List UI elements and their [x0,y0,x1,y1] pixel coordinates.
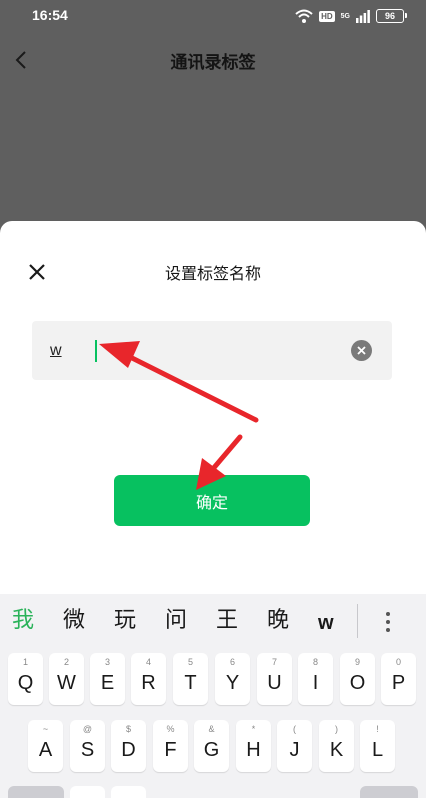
key-label: I [312,672,319,694]
status-bar: 16:54 HD 5G 96 [0,0,426,32]
key-label: A [38,739,53,761]
key-hint: 0 [395,657,401,667]
shift-key[interactable] [8,786,64,798]
key-label: O [349,672,366,694]
key-hint: 8 [312,657,318,667]
hd-badge: HD [319,10,335,22]
key-e[interactable]: 3E [90,653,125,705]
text-caret [95,340,97,362]
key-hint: 2 [63,657,69,667]
key-label: J [289,739,300,761]
candidate-bar: 我 微 玩 问 王 晚 w [0,594,426,648]
key-label: D [121,739,136,761]
key-o[interactable]: 9O [340,653,375,705]
key-u[interactable]: 7U [257,653,292,705]
key-hint: 3 [104,657,110,667]
network-badge: 5G [340,12,350,20]
key-i[interactable]: 8I [298,653,333,705]
key-a[interactable]: ~ A [28,720,63,772]
candidate-word[interactable]: 王 [216,608,238,634]
wifi-icon [295,9,313,23]
key-x[interactable] [111,786,146,798]
candidate-word[interactable]: 晚 [267,608,289,634]
key-d[interactable]: $ D [111,720,146,772]
key-label: H [246,739,261,761]
candidate-word[interactable]: 玩 [114,608,136,634]
signal-icon [356,9,370,23]
candidate-word[interactable]: 问 [165,608,187,634]
key-label: Q [17,672,34,694]
key-l[interactable]: ! L [360,720,395,772]
key-j[interactable]: (J [277,720,312,772]
clear-input-button[interactable] [351,340,372,361]
delete-key[interactable] [360,786,418,798]
key-w[interactable]: 2W [49,653,84,705]
key-label: K [329,739,344,761]
key-label: W [57,672,76,694]
key-f[interactable]: % F [153,720,188,772]
candidate-word[interactable]: 微 [63,608,85,634]
key-hint: $ [125,724,131,734]
key-hint: ~ [42,724,49,734]
key-hint: 6 [229,657,235,667]
key-q[interactable]: 1Q [8,653,43,705]
tag-name-field [32,321,392,380]
confirm-button[interactable]: 确定 [114,475,310,526]
key-hint: & [208,724,215,734]
more-candidates-button[interactable] [377,608,399,636]
key-y[interactable]: 6Y [215,653,250,705]
key-hint: @ [82,724,93,734]
soft-keyboard: 我 微 玩 问 王 晚 w 1Q 2W 3E 4R 5T 6Y 7U 8I 9O… [0,594,426,798]
key-z[interactable] [70,786,105,798]
candidate-word[interactable]: 我 [12,608,34,634]
status-time: 16:54 [32,7,68,23]
key-hint: * [251,724,256,734]
key-label: F [164,739,177,761]
key-label: L [371,739,384,761]
status-icons: HD 5G 96 [295,7,407,25]
candidate-divider [357,604,358,638]
key-hint: 4 [145,657,151,667]
key-label: S [80,739,95,761]
key-r[interactable]: 4R [131,653,166,705]
key-hint: 9 [354,657,360,667]
key-p[interactable]: 0P [381,653,416,705]
key-g[interactable]: & G [194,720,229,772]
candidate-word[interactable]: w [318,610,334,636]
key-hint: ( [293,724,296,734]
key-hint: ) [335,724,338,734]
sheet-title: 设置标签名称 [164,264,261,283]
dot-icon [386,620,390,624]
key-label: E [100,672,115,694]
key-t[interactable]: 5T [173,653,208,705]
key-hint: 1 [22,657,28,667]
dot-icon [386,612,390,616]
key-hint: ! [376,724,379,734]
key-label: T [184,672,197,694]
key-hint: 7 [271,657,277,667]
key-label: P [391,672,406,694]
key-label: G [203,739,220,761]
key-label: Y [225,672,240,694]
page-title: 通讯录标签 [170,53,256,73]
clear-icon [357,346,366,355]
key-h[interactable]: * H [236,720,271,772]
battery-indicator: 96 [376,9,407,23]
key-hint: 5 [187,657,193,667]
key-label: U [267,672,282,694]
key-s[interactable]: @ S [70,720,105,772]
tag-name-input[interactable] [50,339,340,363]
key-label: R [141,672,156,694]
key-k[interactable]: ) K [319,720,354,772]
dot-icon [386,628,390,632]
key-hint: % [166,724,175,734]
